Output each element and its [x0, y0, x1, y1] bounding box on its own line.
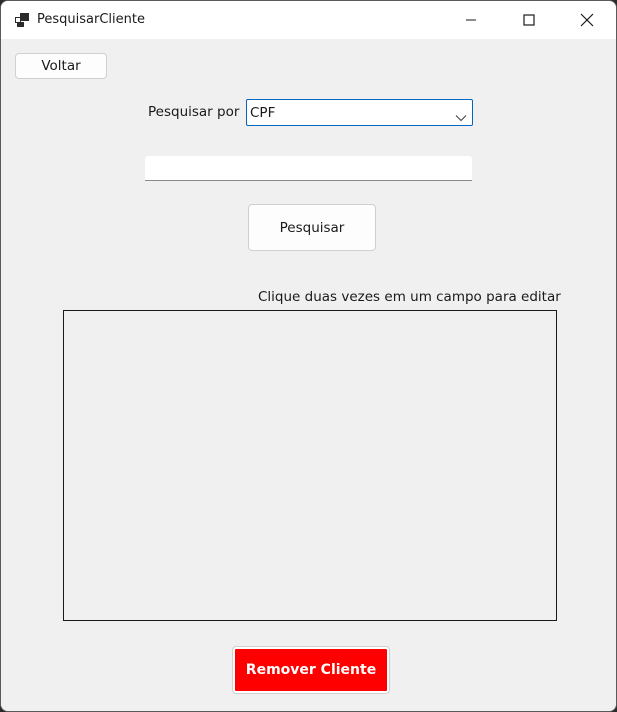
back-button[interactable]: Voltar: [15, 53, 107, 79]
results-grid[interactable]: [63, 310, 557, 621]
chevron-down-icon: [455, 108, 467, 122]
search-input[interactable]: [145, 156, 472, 181]
close-button[interactable]: [558, 1, 616, 39]
results-hint: Clique duas vezes em um campo para edita…: [258, 289, 561, 305]
app-window-icon: [14, 12, 30, 28]
title-bar[interactable]: PesquisarCliente: [1, 1, 616, 39]
form-body: Voltar Pesquisar por CPF Pesquisar Cliqu…: [1, 39, 616, 711]
search-by-dropdown[interactable]: CPF: [246, 99, 473, 126]
window-title: PesquisarCliente: [37, 12, 145, 27]
minimize-icon: [465, 14, 477, 26]
maximize-button[interactable]: [500, 1, 558, 39]
maximize-icon: [523, 14, 535, 26]
minimize-button[interactable]: [442, 1, 500, 39]
close-icon: [580, 13, 594, 27]
search-by-label: Pesquisar por: [148, 104, 240, 120]
search-button[interactable]: Pesquisar: [248, 204, 376, 251]
remove-client-button[interactable]: Remover Cliente: [232, 646, 390, 694]
application-window: PesquisarCliente Voltar Pesquisar por CP: [0, 0, 617, 712]
search-by-selected-value: CPF: [250, 105, 276, 121]
